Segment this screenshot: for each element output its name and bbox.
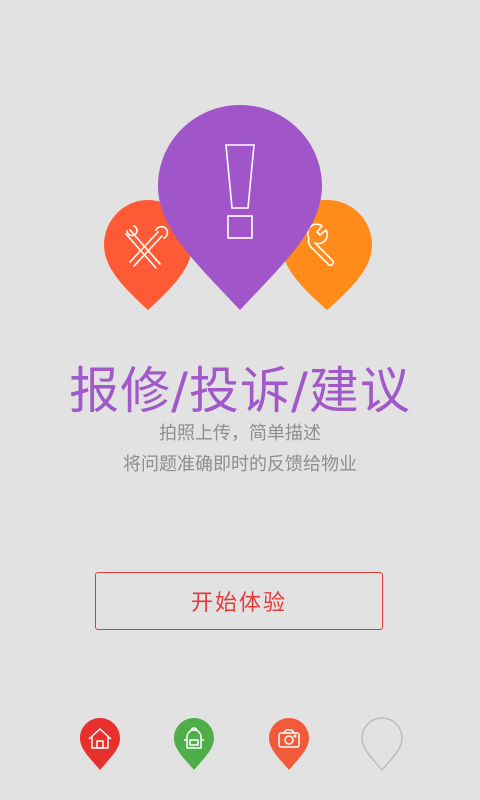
page-indicator <box>0 710 480 780</box>
page-dot-1[interactable] <box>76 710 124 774</box>
page-dot-4[interactable] <box>358 710 406 774</box>
hero-illustration <box>104 105 372 310</box>
subtitle-line-1: 拍照上传，简单描述 <box>159 423 321 444</box>
page-dot-3[interactable] <box>265 710 313 774</box>
empty-pin-icon <box>361 717 403 772</box>
page-title: 报修/投诉/建议 <box>69 362 411 420</box>
page-dot-2[interactable] <box>170 710 218 774</box>
subtitle-line-2: 将问题准确即时的反馈给物业 <box>123 454 357 475</box>
start-experience-button[interactable]: 开始体验 <box>95 572 383 630</box>
